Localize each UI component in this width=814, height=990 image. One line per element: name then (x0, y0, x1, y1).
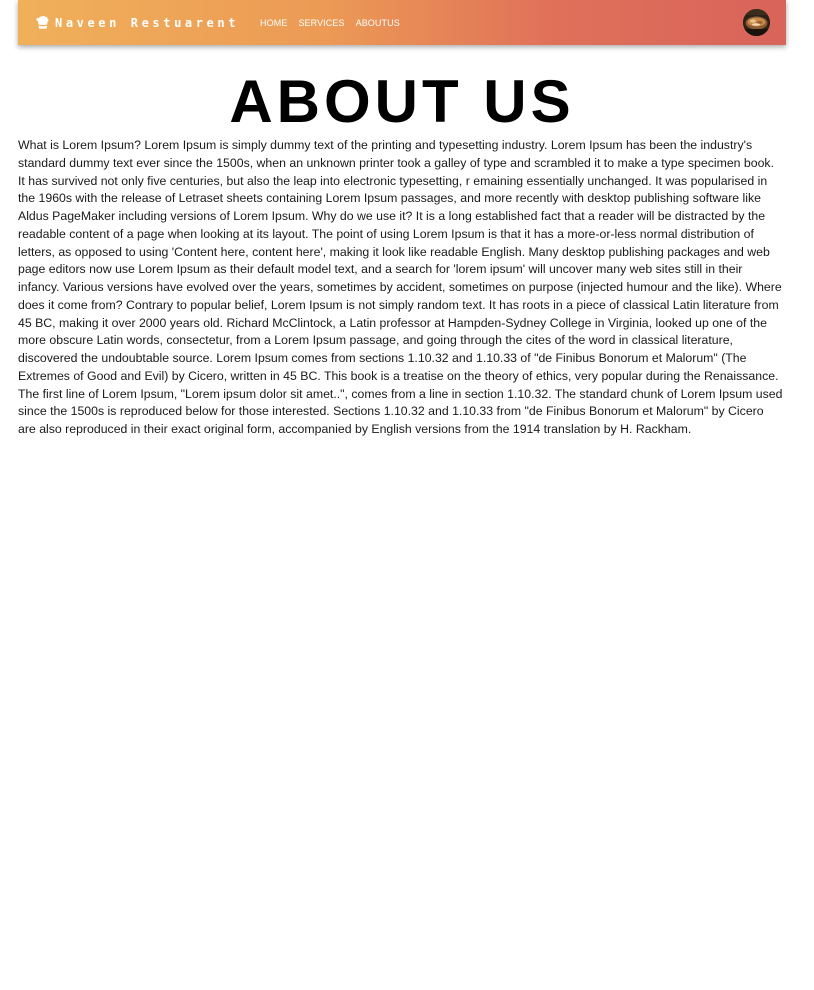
nav-links: HOME SERVICES ABOUTUS (260, 18, 411, 28)
brand-name: Naveen Restuarent (55, 15, 240, 30)
food-avatar-image (743, 9, 770, 36)
brand[interactable]: Naveen Restuarent (35, 15, 239, 30)
nav-link-home[interactable]: HOME (260, 18, 287, 28)
nav-link-aboutus[interactable]: ABOUTUS (356, 18, 400, 28)
chef-hat-icon (35, 15, 50, 30)
top-navbar: Naveen Restuarent HOME SERVICES ABOUTUS (18, 0, 786, 45)
page-title: ABOUT US (229, 68, 575, 135)
avatar[interactable] (743, 9, 770, 36)
nav-link-services[interactable]: SERVICES (298, 18, 344, 28)
about-paragraph: What is Lorem Ipsum? Lorem Ipsum is simp… (18, 138, 783, 436)
